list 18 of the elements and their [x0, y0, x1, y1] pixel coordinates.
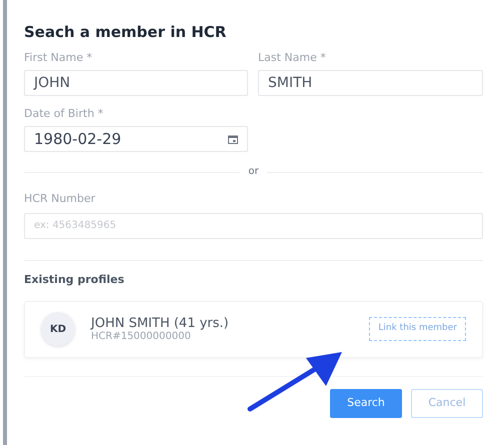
dialog-title: Seach a member in HCR [24, 22, 228, 42]
avatar: KD [41, 312, 75, 346]
field-value: SMITH [268, 74, 312, 92]
field-label: Last Name * [258, 51, 327, 65]
field-label: First Name * [24, 51, 94, 65]
date-field[interactable]: 1980-02-29 [24, 126, 248, 152]
input-field[interactable]: ex: 4563485965 [24, 212, 483, 238]
profile-hcr: HCR#15000000000 [91, 330, 192, 342]
input-field[interactable]: SMITH [258, 70, 483, 96]
field-label: Date of Birth * [24, 107, 104, 121]
calendar-icon[interactable] [228, 134, 238, 144]
profile-name: JOHN SMITH (41 yrs.) [91, 316, 230, 330]
input-field[interactable]: JOHN [24, 70, 248, 96]
or-separator: or [248, 166, 259, 178]
field-label: HCR Number [24, 192, 96, 206]
field-value: 1980-02-29 [34, 128, 122, 150]
field-value: JOHN [34, 74, 70, 92]
section-heading: Existing profiles [24, 272, 126, 286]
